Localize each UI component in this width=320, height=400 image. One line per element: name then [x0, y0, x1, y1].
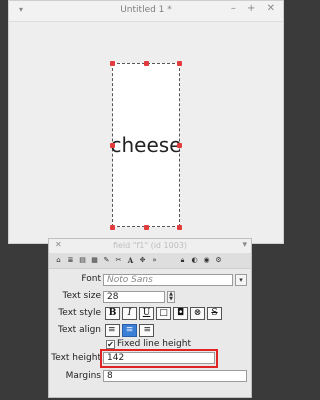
resize-handle-top[interactable]: [144, 61, 149, 66]
underline-button[interactable]: U: [139, 307, 154, 320]
text-icon[interactable]: A: [125, 255, 136, 266]
resize-handle-right[interactable]: [177, 143, 182, 148]
link-style-button[interactable]: ⊗: [190, 307, 205, 320]
property-inspector: ✕ field "f1" (id 1003) ▾ ⌂ ≣ ▤ ▦ ✎ ✂ A ✥…: [48, 238, 252, 398]
align-center-button[interactable]: ≡: [122, 324, 137, 337]
text-size-label: Text size: [62, 291, 101, 301]
text-size-stepper[interactable]: ▲ ▼: [167, 291, 175, 303]
field-text: cheese: [110, 133, 182, 157]
resize-handle-bottom-right[interactable]: [177, 225, 182, 230]
bold-button[interactable]: B: [105, 307, 120, 320]
fixed-line-height-checkbox[interactable]: ✔: [106, 340, 115, 349]
inspector-titlebar: ✕ field "f1" (id 1003) ▾: [49, 239, 251, 253]
resize-handle-top-left[interactable]: [110, 61, 115, 66]
font-label: Font: [81, 274, 101, 284]
maximize-icon[interactable]: +: [247, 3, 255, 14]
resize-handle-bottom[interactable]: [144, 225, 149, 230]
italic-button[interactable]: I: [122, 307, 137, 320]
text-field-object[interactable]: cheese: [110, 63, 182, 227]
target-icon[interactable]: ◉: [201, 255, 212, 266]
list-icon[interactable]: ≣: [65, 255, 76, 266]
fixed-line-height-label: Fixed line height: [117, 339, 191, 349]
lock-icon[interactable]: 🔒︎: [177, 255, 188, 266]
main-titlebar: ▾ Untitled 1 * – + ✕: [9, 1, 283, 22]
gear-icon[interactable]: ⚙: [213, 255, 224, 266]
main-window: ▾ Untitled 1 * – + ✕ cheese: [8, 0, 284, 244]
box-style-button[interactable]: □: [156, 307, 171, 320]
text-height-label: Text height: [51, 353, 101, 363]
strikeout-button[interactable]: S: [207, 307, 222, 320]
resize-handle-left[interactable]: [110, 143, 115, 148]
inspector-title: field "f1" (id 1003): [112, 241, 188, 250]
text-style-label: Text style: [58, 308, 101, 318]
font-input[interactable]: Noto Sans: [103, 274, 233, 286]
home-icon[interactable]: ⌂: [53, 255, 64, 266]
align-right-button[interactable]: ≡: [139, 324, 154, 337]
margins-input[interactable]: 8: [103, 370, 247, 382]
table-icon[interactable]: ▦: [89, 255, 100, 266]
inspector-toolbar: ⌂ ≣ ▤ ▦ ✎ ✂ A ✥ » 🔒︎ ◐ ◉ ⚙: [49, 253, 251, 269]
threed-box-button[interactable]: ◘: [173, 307, 188, 320]
resize-handle-bottom-left[interactable]: [110, 225, 115, 230]
align-left-button[interactable]: ≡: [105, 324, 120, 337]
margins-label: Margins: [65, 371, 101, 381]
forward-icon[interactable]: »: [149, 255, 160, 266]
pencil-icon[interactable]: ✎: [101, 255, 112, 266]
minimize-icon[interactable]: –: [231, 3, 236, 14]
inspector-menu-icon[interactable]: ▾: [242, 240, 247, 250]
resize-handle-top-right[interactable]: [177, 61, 182, 66]
font-dropdown-icon[interactable]: ▾: [235, 274, 247, 286]
arrows-icon[interactable]: ✥: [137, 255, 148, 266]
palette-icon[interactable]: ◐: [189, 255, 200, 266]
text-align-label: Text align: [58, 325, 101, 335]
text-height-highlight: [100, 349, 218, 368]
close-icon[interactable]: ✕: [267, 3, 275, 14]
tools-icon[interactable]: ✂: [113, 255, 124, 266]
grid-icon[interactable]: ▤: [77, 255, 88, 266]
text-size-input[interactable]: 28: [103, 291, 165, 303]
